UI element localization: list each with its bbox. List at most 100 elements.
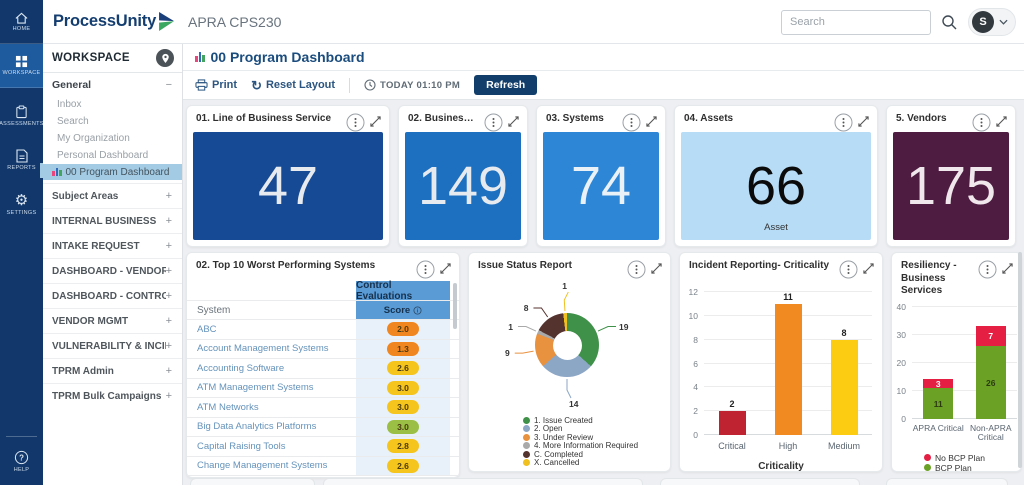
pin-button[interactable] [156, 49, 174, 67]
sidebar-section-label: General [52, 78, 92, 91]
kebab-menu-icon[interactable] [622, 113, 641, 132]
kebab-menu-icon[interactable] [346, 113, 365, 132]
rail-item-assessments[interactable]: ASSESSMENTS [0, 94, 43, 138]
donut-value-label: 1 [508, 321, 513, 332]
info-icon[interactable]: i [413, 305, 422, 315]
expand-icon[interactable] [651, 263, 662, 274]
sidebar-item-search[interactable]: Search [43, 113, 182, 130]
kebab-menu-icon[interactable] [627, 260, 646, 279]
rail-item-label: ASSESSMENTS [0, 121, 44, 127]
kebab-menu-icon[interactable] [834, 113, 853, 132]
sidebar-section[interactable]: VENDOR MGMT + [43, 308, 182, 333]
expand-plus-icon[interactable]: + [166, 240, 172, 252]
expand-icon[interactable] [508, 116, 519, 127]
help-icon: ? [14, 450, 29, 464]
sidebar-section[interactable]: VULNERABILITY & INCIDENT + [43, 333, 182, 358]
search-input[interactable] [781, 9, 931, 35]
score-badge: 2.6 [387, 458, 419, 473]
sidebar-header-title: WORKSPACE [52, 52, 130, 64]
sidebar-item-program-dashboard-selected[interactable]: 00 Program Dashboard [43, 164, 182, 180]
sidebar-section[interactable]: DASHBOARD - CONTROL TE... + [43, 283, 182, 308]
expand-plus-icon[interactable]: + [166, 390, 172, 402]
expand-plus-icon[interactable]: + [166, 215, 172, 227]
user-menu[interactable]: S [968, 8, 1016, 36]
y-tick-label: 4 [693, 382, 698, 393]
legend-item: 2. Open [523, 424, 638, 433]
kpi-card-title: 02. Business Processes [408, 113, 479, 124]
sidebar-item-my-organization[interactable]: My Organization [43, 130, 182, 147]
reset-icon: ↻ [251, 77, 262, 93]
print-button[interactable]: Print [195, 79, 237, 91]
score-cell: 3.0 [356, 398, 450, 417]
kpi-value: 66 [745, 156, 807, 216]
donut-value-label: 8 [523, 302, 529, 313]
sidebar-section[interactable]: INTAKE REQUEST + [43, 233, 182, 258]
rail-item-home[interactable]: HOME [0, 0, 43, 44]
expand-plus-icon[interactable]: + [166, 340, 172, 352]
legend-item: No BCP Plan [924, 453, 985, 463]
rail-item-label: SETTINGS [6, 209, 37, 216]
sidebar-section-label: DASHBOARD - CONTROL TE... [52, 290, 166, 302]
reset-layout-button[interactable]: ↻ Reset Layout [251, 77, 335, 93]
expand-icon[interactable] [370, 116, 381, 127]
system-link[interactable]: ATM Networks [187, 402, 259, 413]
kebab-menu-icon[interactable] [978, 260, 997, 279]
expand-plus-icon[interactable]: + [166, 315, 172, 327]
kpi-tile: 47 [193, 132, 383, 240]
system-link[interactable]: ABC [187, 324, 217, 335]
kpi-tile: 66 Asset [681, 132, 871, 240]
brand-logo-mark-icon [159, 12, 175, 31]
expand-icon[interactable] [440, 263, 451, 274]
expand-icon[interactable] [858, 116, 869, 127]
donut-value-label: 1 [562, 281, 568, 292]
rail-item-label: WORKSPACE [2, 70, 41, 76]
kebab-menu-icon[interactable] [972, 113, 991, 132]
kpi-tile: 74 [543, 132, 659, 240]
system-link[interactable]: Big Data Analytics Platforms [187, 421, 316, 432]
system-link[interactable]: Capital Raising Tools [187, 441, 286, 452]
sidebar-section-general[interactable]: General − [43, 73, 182, 96]
expand-plus-icon[interactable]: + [166, 265, 172, 277]
rail-item-reports[interactable]: REPORTS [0, 138, 43, 182]
sidebar-section[interactable]: Subject Areas + [43, 183, 182, 208]
rail-item-help[interactable]: ? HELP [0, 437, 43, 485]
kebab-menu-icon[interactable] [484, 113, 503, 132]
kebab-menu-icon[interactable] [416, 260, 435, 279]
system-link[interactable]: Account Management Systems [187, 343, 328, 354]
expand-plus-icon[interactable]: + [166, 365, 172, 377]
sidebar-section[interactable]: TPRM Admin + [43, 358, 182, 383]
expand-icon[interactable] [1002, 263, 1013, 274]
sidebar-section[interactable]: TPRM Bulk Campaigns + [43, 383, 182, 408]
refresh-button[interactable]: Refresh [474, 75, 538, 95]
table-scrollbar[interactable] [453, 283, 457, 329]
y-tick-label: 8 [693, 334, 698, 345]
legend-dot-icon [523, 416, 530, 424]
score-badge: 3.0 [387, 419, 419, 434]
sidebar-section[interactable]: DASHBOARD - VENDOR + [43, 258, 182, 283]
rail-item-workspace[interactable]: WORKSPACE [0, 44, 43, 88]
system-link[interactable]: Accounting Software [187, 363, 284, 374]
score-cell: 3.0 [356, 378, 450, 397]
expand-plus-icon[interactable]: + [166, 190, 172, 202]
expand-icon[interactable] [863, 263, 874, 274]
card-issue-status-report: Issue Status Report 19 14 9 1 8 1 1. Issue Cre… [468, 252, 671, 472]
expand-plus-icon[interactable]: + [166, 290, 172, 302]
rail-item-settings[interactable]: ⚙ SETTINGS [0, 182, 43, 226]
next-row-card-top [190, 478, 315, 485]
gridline [912, 305, 1017, 307]
sidebar-section[interactable]: INTERNAL BUSINESS + [43, 208, 182, 233]
search-icon[interactable] [941, 14, 958, 31]
collapse-icon[interactable]: − [166, 79, 172, 91]
kebab-menu-icon[interactable] [839, 260, 858, 279]
system-link[interactable]: Change Management Systems [187, 460, 327, 471]
legend-dot-icon [523, 425, 530, 433]
sidebar-item-inbox[interactable]: Inbox [43, 96, 182, 113]
segment-value-label: 3 [935, 379, 941, 390]
expand-icon[interactable] [996, 116, 1007, 127]
system-link[interactable]: ATM Management Systems [187, 382, 314, 393]
kpi-value: 175 [905, 156, 997, 216]
content-scrollbar[interactable] [1018, 252, 1022, 468]
sidebar-item-personal-dashboard[interactable]: Personal Dashboard [43, 147, 182, 164]
toolbar-divider [349, 77, 351, 93]
expand-icon[interactable] [646, 116, 657, 127]
